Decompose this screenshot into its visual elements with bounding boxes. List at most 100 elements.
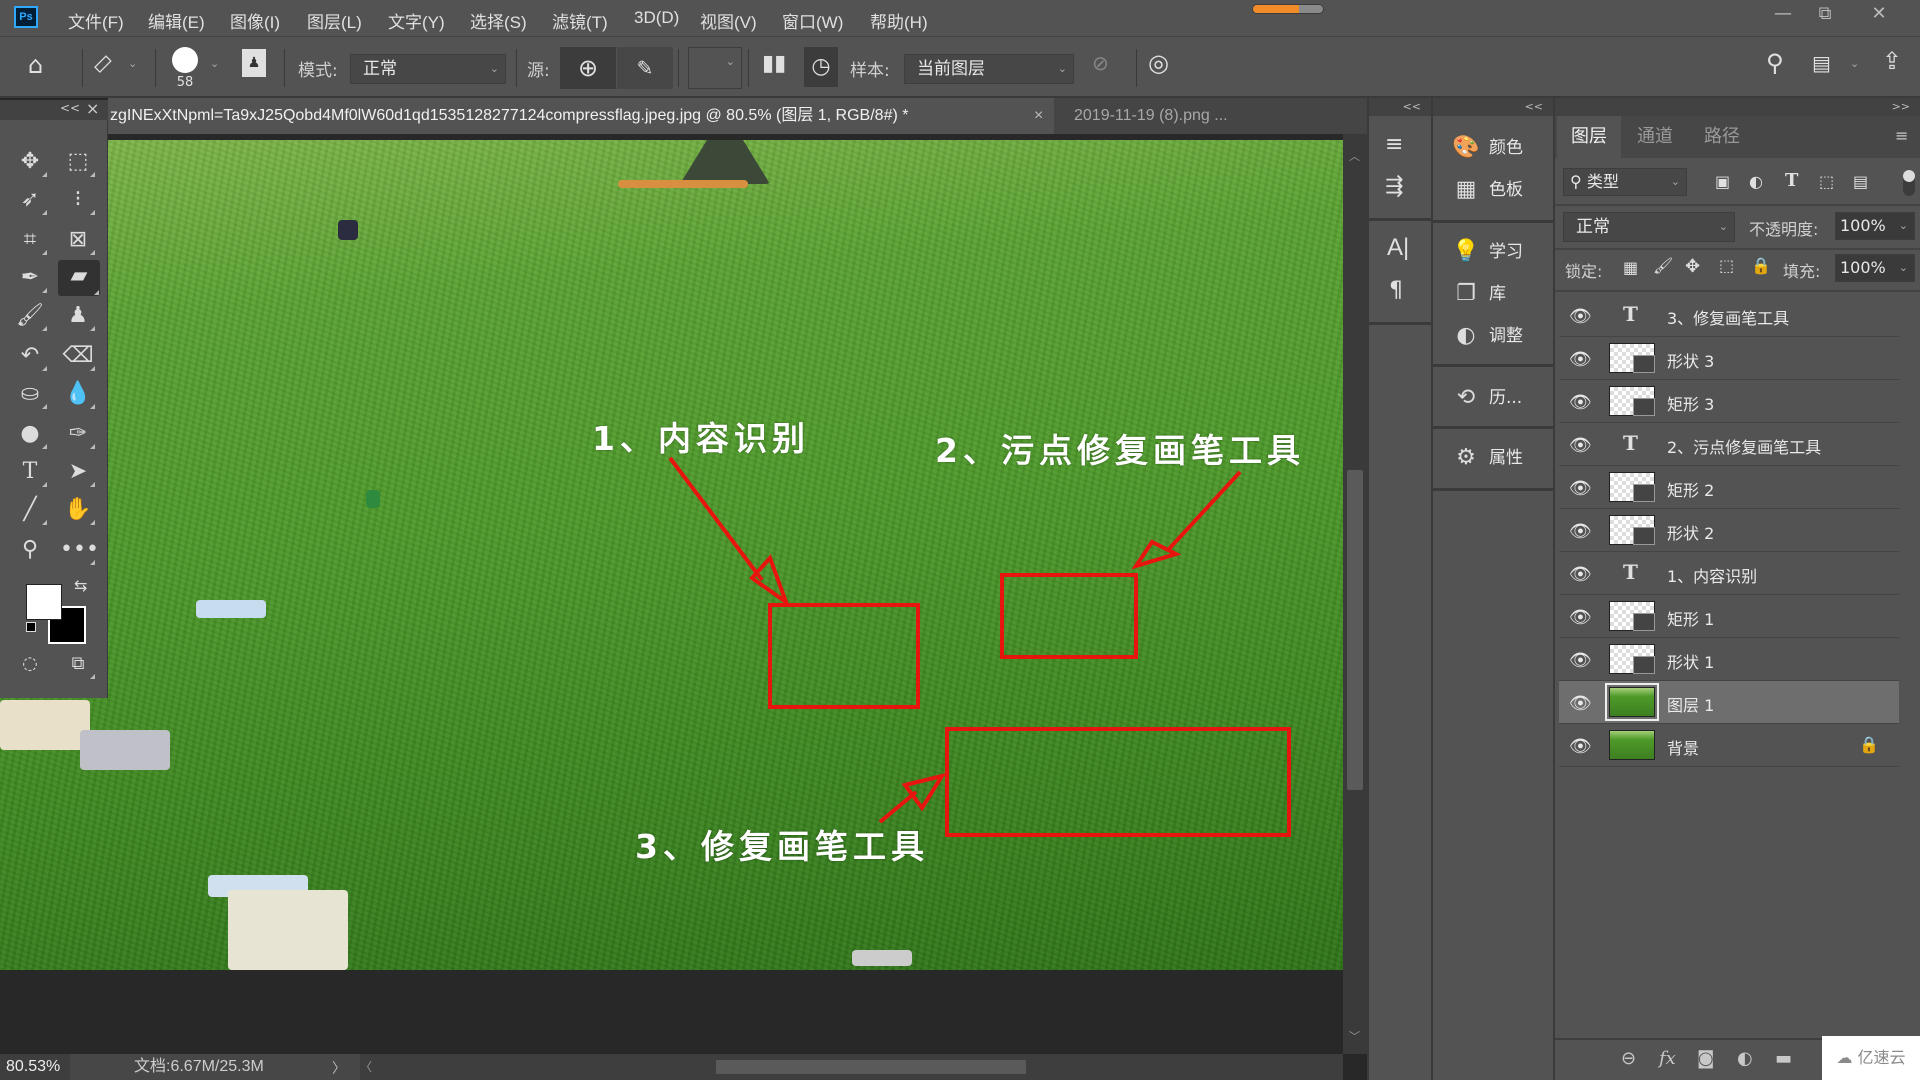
tab-paths[interactable]: 路径 — [1690, 116, 1754, 158]
visibility-eye-icon[interactable]: 👁 — [1569, 607, 1592, 628]
visibility-eye-icon[interactable]: 👁 — [1569, 392, 1592, 413]
crop-tool-icon[interactable]: ⌗ — [12, 224, 48, 256]
workspace-icon[interactable]: ▤ — [1812, 51, 1831, 75]
layer-row[interactable]: 👁 T 1、内容识别 — [1559, 552, 1899, 595]
restore-button[interactable]: ⧉ — [1804, 0, 1846, 28]
brush-presets-icon[interactable]: ⇶ — [1385, 174, 1403, 199]
pen-tool-icon[interactable]: ✑ — [60, 418, 96, 450]
vertical-scrollbar[interactable]: ︿ ﹀ — [1343, 134, 1367, 1054]
expand-panel-icon[interactable]: >> — [1892, 100, 1910, 113]
tab-layers[interactable]: 图层 — [1557, 116, 1621, 158]
tab-channels[interactable]: 通道 — [1623, 116, 1687, 158]
filter-type-icon[interactable]: T — [1785, 170, 1798, 191]
lock-artboard-icon[interactable]: ⬚ — [1719, 256, 1734, 275]
canvas-image[interactable]: 1、内容识别 2、污点修复画笔工具 3、修复画笔工具 — [0, 140, 1343, 970]
fill-field[interactable]: 100% ⌄ — [1835, 254, 1915, 282]
filter-pixel-icon[interactable]: ▣ — [1715, 172, 1730, 191]
source-pattern-icon[interactable]: ✎ — [617, 47, 673, 89]
panel-adjustments[interactable]: ◐ 调整 — [1433, 316, 1553, 356]
visibility-eye-icon[interactable]: 👁 — [1569, 564, 1592, 585]
layer-row[interactable]: 👁 T 2、污点修复画笔工具 — [1559, 423, 1899, 466]
visibility-eye-icon[interactable]: 👁 — [1569, 478, 1592, 499]
dodge-tool-icon[interactable]: ● — [12, 418, 48, 450]
document-size-info[interactable]: 文档:6.67M/25.3M — [134, 1054, 264, 1080]
menu-filter[interactable]: 滤镜(T) — [552, 8, 608, 33]
filter-toggle[interactable] — [1903, 170, 1915, 196]
brush-tool-icon[interactable]: 🖌 — [12, 300, 48, 332]
panel-menu-icon[interactable]: ≡ — [1895, 126, 1908, 145]
scroll-left-icon[interactable]: 〈 — [360, 1058, 372, 1075]
menu-select[interactable]: 选择(S) — [470, 8, 527, 33]
menu-type[interactable]: 文字(Y) — [388, 8, 445, 33]
filter-shape-icon[interactable]: ⬚ — [1819, 172, 1834, 191]
scroll-up-icon[interactable]: ︿ — [1349, 148, 1360, 164]
home-icon[interactable]: ⌂ — [28, 51, 43, 79]
menu-window[interactable]: 窗口(W) — [782, 8, 843, 33]
menu-file[interactable]: 文件(F) — [68, 8, 124, 33]
healing-brush-tool-icon[interactable]: ▰ — [58, 260, 100, 296]
scrollbar-thumb[interactable] — [716, 1060, 1026, 1074]
horizontal-scrollbar[interactable]: 〈 — [360, 1054, 1343, 1080]
paragraph-panel-icon[interactable]: ¶ — [1389, 278, 1403, 303]
collapse-dock-icon[interactable]: << — [1403, 100, 1421, 113]
clone-source-icon[interactable]: ♟ — [242, 49, 266, 77]
layer-row[interactable]: 👁 矩形 3 — [1559, 380, 1899, 423]
layer-row[interactable]: 👁 矩形 2 — [1559, 466, 1899, 509]
menu-view[interactable]: 视图(V) — [700, 8, 757, 33]
panel-history[interactable]: ⟲ 历... — [1433, 378, 1553, 418]
clone-stamp-tool-icon[interactable]: ♟ — [60, 300, 96, 332]
visibility-eye-icon[interactable]: 👁 — [1569, 521, 1592, 542]
search-icon[interactable]: ⚲ — [1766, 49, 1784, 77]
share-icon[interactable]: ⇪ — [1882, 47, 1902, 75]
pattern-picker[interactable]: ⌄ — [688, 47, 742, 89]
type-tool-icon[interactable]: T — [12, 456, 48, 488]
quick-mask-icon[interactable]: ◌ — [12, 648, 48, 680]
aligned-icon[interactable]: ▮▮ — [762, 51, 786, 76]
lock-transparency-icon[interactable]: ▦ — [1623, 258, 1638, 277]
collapse-dock-icon[interactable]: << — [1525, 100, 1543, 113]
healing-brush-preset-icon[interactable]: ▭ — [86, 47, 118, 79]
more-tools-icon[interactable]: ••• — [60, 534, 99, 566]
screen-mode-icon[interactable]: ⧉ — [60, 648, 96, 680]
lock-all-icon[interactable]: 🔒 — [1751, 256, 1771, 275]
close-window-button[interactable]: ✕ — [1858, 0, 1900, 28]
use-legacy-icon[interactable]: ◷ — [804, 47, 838, 87]
visibility-eye-icon[interactable]: 👁 — [1569, 306, 1592, 327]
visibility-eye-icon[interactable]: 👁 — [1569, 349, 1592, 370]
menu-image[interactable]: 图像(I) — [230, 8, 280, 33]
tab-active-document[interactable]: zgINExXtNpml=Ta9xJ25Qobd4Mf0lW60d1qd1535… — [108, 98, 1054, 134]
visibility-eye-icon[interactable]: 👁 — [1569, 736, 1592, 757]
scrollbar-thumb[interactable] — [1347, 470, 1363, 790]
collapse-toolbox-icon[interactable]: << — [60, 101, 80, 115]
panel-learn[interactable]: 💡 学习 — [1433, 232, 1553, 272]
layer-row-selected[interactable]: 👁 图层 1 — [1559, 681, 1899, 724]
history-brush-tool-icon[interactable]: ↶ — [12, 340, 48, 372]
visibility-eye-icon[interactable]: 👁 — [1569, 435, 1592, 456]
tab-document-2[interactable]: 2019-11-19 (8).png ... × — [1054, 98, 1397, 134]
path-selection-tool-icon[interactable]: ➤ — [60, 456, 96, 488]
brush-settings-icon[interactable]: ≡ — [1385, 132, 1403, 157]
chevron-down-icon[interactable]: ⌄ — [1899, 213, 1908, 239]
menu-layer[interactable]: 图层(L) — [307, 8, 362, 33]
pressure-size-icon[interactable]: ◎ — [1148, 49, 1169, 77]
close-toolbox-icon[interactable]: × — [86, 99, 99, 118]
chevron-down-icon[interactable]: ⌄ — [1850, 57, 1859, 70]
blend-mode-dropdown[interactable]: 正常 ⌄ — [1563, 212, 1735, 242]
layer-row[interactable]: 👁 背景 🔒 — [1559, 724, 1899, 767]
lock-pixels-icon[interactable]: 🖌 — [1653, 256, 1673, 275]
menu-help[interactable]: 帮助(H) — [870, 8, 928, 33]
frame-tool-icon[interactable]: ⊠ — [60, 224, 96, 256]
panel-properties[interactable]: ⚙ 属性 — [1433, 438, 1553, 478]
layer-row[interactable]: 👁 矩形 1 — [1559, 595, 1899, 638]
source-sampled-icon[interactable]: ⊕ — [560, 47, 616, 89]
panel-swatches[interactable]: ▦ 色板 — [1433, 170, 1553, 210]
character-panel-icon[interactable]: A| — [1387, 234, 1409, 262]
swap-colors-icon[interactable]: ⇆ — [74, 576, 87, 595]
mode-dropdown[interactable]: 正常 ⌄ — [350, 54, 506, 84]
new-adjustment-layer-icon[interactable]: ◐ — [1737, 1048, 1753, 1069]
minimize-button[interactable]: — — [1762, 0, 1804, 28]
chevron-down-icon[interactable]: ⌄ — [128, 57, 137, 70]
zoom-tool-icon[interactable]: ⚲ — [12, 534, 48, 566]
menu-3d[interactable]: 3D(D) — [634, 8, 679, 28]
blur-tool-icon[interactable]: 💧 — [60, 378, 96, 410]
